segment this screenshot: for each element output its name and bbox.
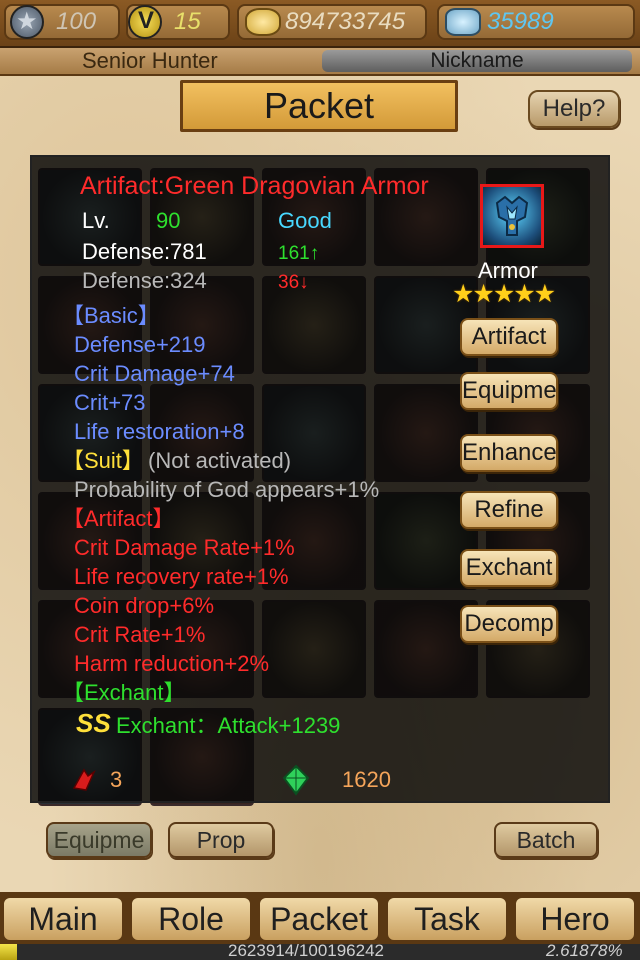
- nav-task[interactable]: Task: [386, 896, 508, 942]
- exchant-grade: SS: [76, 708, 111, 738]
- nav-role[interactable]: Role: [130, 896, 252, 942]
- crystal-count: 1620: [342, 767, 391, 792]
- experience-percent: 2.61878%: [546, 941, 623, 960]
- artifact-stat: Life recovery rate+1%: [74, 564, 289, 589]
- star-value: 100: [56, 8, 97, 35]
- gold-value: 894733745: [285, 8, 406, 35]
- vip-icon: [128, 5, 162, 39]
- nav-hero[interactable]: Hero: [514, 896, 636, 942]
- exchant-button[interactable]: Exchant: [460, 549, 558, 587]
- help-button[interactable]: Help?: [528, 90, 620, 128]
- diamond-value: 35989: [487, 8, 554, 35]
- vip-value: 15: [174, 8, 201, 35]
- nav-packet[interactable]: Packet: [258, 896, 380, 942]
- diamond-resource[interactable]: 35989: [437, 4, 635, 40]
- experience-text: 2623914/100196242: [228, 941, 384, 960]
- star-icon: [10, 5, 44, 39]
- item-name: Artifact:Green Dragovian Armor: [80, 172, 429, 200]
- item-quality: Good: [278, 208, 332, 233]
- item-defense: Defense:781: [82, 239, 207, 264]
- defense-increase: 161↑: [278, 243, 320, 264]
- artifact-stat: Coin drop+6%: [74, 593, 215, 618]
- exchant-value: Exchant：Attack+1239: [116, 713, 341, 738]
- player-rank: Senior Hunter: [82, 48, 218, 73]
- player-nickname[interactable]: Nickname: [322, 50, 632, 72]
- gold-coin-icon: [245, 8, 281, 36]
- basic-header: 【Basic】: [62, 303, 160, 328]
- suit-effect: Probability of God appears+1%: [74, 477, 380, 502]
- artifact-stat: Harm reduction+2%: [74, 651, 270, 676]
- defense-decrease: 36↓: [278, 272, 309, 293]
- armor-graphic: [495, 195, 529, 236]
- basic-stat: Crit+73: [74, 390, 146, 415]
- page-title: Packet: [180, 80, 458, 132]
- vip-resource[interactable]: 15: [126, 4, 230, 40]
- batch-button[interactable]: Batch: [494, 822, 598, 858]
- artifact-stat: Crit Damage Rate+1%: [74, 535, 295, 560]
- experience-fill: [0, 944, 17, 960]
- basic-stat: Defense+219: [74, 332, 206, 357]
- artifact-stat: Crit Rate+1%: [74, 622, 206, 647]
- compare-defense: Defense:324: [82, 268, 207, 293]
- gold-resource: 894733745: [237, 4, 427, 40]
- star-resource: 100: [4, 4, 120, 40]
- exchant-header: 【Exchant】: [62, 680, 186, 705]
- shard-icon: [72, 768, 96, 791]
- diamond-icon: [445, 8, 481, 36]
- tab-prop[interactable]: Prop: [168, 822, 274, 858]
- equip-button[interactable]: Equipme: [460, 372, 558, 410]
- artifact-button[interactable]: Artifact: [460, 318, 558, 356]
- tab-equipment[interactable]: Equipme: [46, 822, 152, 858]
- nav-main[interactable]: Main: [2, 896, 124, 942]
- suit-header: 【Suit】: [62, 448, 144, 473]
- basic-stat: Life restoration+8: [74, 419, 245, 444]
- experience-bar: 2623914/100196242 2.61878%: [0, 941, 640, 960]
- item-level: 90: [156, 208, 181, 233]
- artifact-header: 【Artifact】: [62, 506, 175, 531]
- shard-count: 3: [110, 767, 123, 792]
- decompose-button[interactable]: Decomp: [460, 605, 558, 643]
- enhance-button[interactable]: Enhance: [460, 434, 558, 472]
- armor-icon[interactable]: [480, 184, 544, 248]
- resource-bar: 100 15 894733745 35989: [0, 0, 640, 48]
- star-rating: ★★★★★: [452, 280, 556, 308]
- suit-status: (Not activated): [148, 448, 292, 473]
- crystal-icon: [282, 764, 310, 796]
- refine-button[interactable]: Refine: [460, 491, 558, 529]
- player-strip: Senior Hunter Nickname: [0, 48, 640, 76]
- basic-stat: Crit Damage+74: [74, 361, 235, 386]
- level-label: Lv.: [82, 208, 110, 233]
